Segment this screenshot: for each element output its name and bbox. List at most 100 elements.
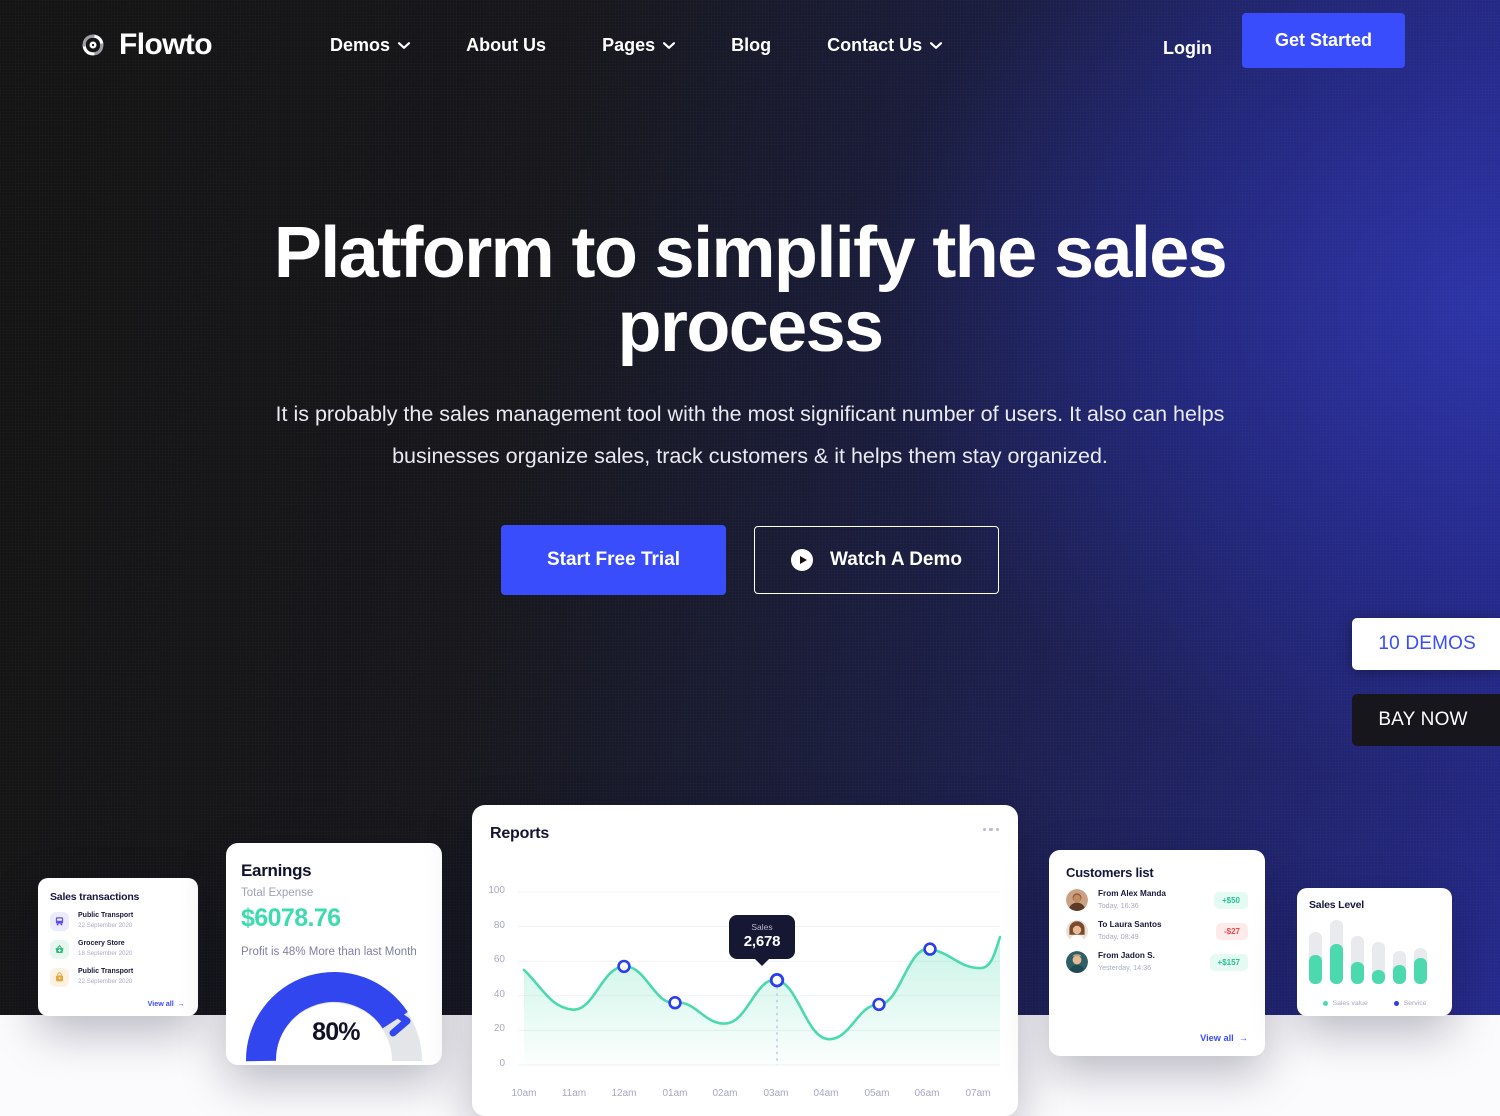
customer-name: To Laura Santos [1098,920,1162,930]
x-axis-tick: 07am [965,1088,991,1099]
bar [1330,920,1343,984]
earnings-amount: $6078.76 [241,904,341,932]
earnings-card: Earnings Total Expense $6078.76 Profit i… [226,843,442,1065]
customer-time: Yesterday, 14:36 [1098,963,1152,973]
x-axis-tick: 06am [914,1088,940,1099]
y-axis-tick: 100 [488,885,505,896]
chevron-down-icon [398,41,411,49]
nav-item-pages-label: Pages [602,34,656,55]
page-title: Platform to simplify the sales process [273,213,1228,368]
nav-item-about-us[interactable]: About Us [438,35,574,56]
avatar [1066,920,1088,942]
legend-item-service: Service [1393,1000,1427,1007]
legend-item-sales-value: Sales value [1322,1000,1368,1007]
customers-list-title: Customers list [1066,865,1154,880]
avatar [1066,889,1088,911]
chevron-down-icon [930,41,943,49]
start-free-trial-button[interactable]: Start Free Trial [500,524,727,595]
side-tab-demos[interactable]: 10 DEMOS [1352,618,1500,670]
avatar [1066,951,1088,973]
status-badge: +$50 [1213,891,1248,909]
customer-time: Today, 16:36 [1098,901,1139,911]
side-tab-buy-now[interactable]: BAY NOW [1352,694,1500,746]
sales-transactions-title: Sales transactions [50,891,140,903]
list-item[interactable]: Public Transport 22 September 2020 [50,912,198,931]
status-badge: +$157 [1209,953,1248,971]
legend-dot-icon [1393,1001,1399,1006]
bar [1414,948,1427,984]
customer-name: From Jadon S. [1098,951,1155,961]
list-item[interactable]: Grocery Store 18 September 2020 [50,940,198,959]
get-started-button[interactable]: Get Started [1241,12,1405,68]
transaction-name: Public Transport [78,968,134,976]
chart-tooltip: Sales 2,678 [729,915,795,967]
nav-actions: Login Get Started [1163,12,1405,78]
status-badge: -$27 [1215,922,1248,940]
nav-item-pages[interactable]: Pages [574,35,703,56]
chevron-down-icon [663,41,676,49]
tooltip-arrow-icon [754,958,770,967]
transaction-date: 18 September 2020 [78,950,133,958]
transaction-date: 22 September 2020 [78,978,133,986]
x-axis-tick: 10am [511,1088,537,1099]
customers-view-all-link[interactable]: View all → [1200,1033,1248,1043]
x-axis-tick: 03am [763,1088,789,1099]
sales-transactions-card: Sales transactions Public Transport 22 S… [38,878,198,1016]
x-axis-tick: 11am [561,1088,587,1099]
transactions-view-all-link[interactable]: View all → [148,999,185,1008]
brand-name: Flowto [119,28,213,61]
transaction-name: Public Transport [78,912,134,920]
bar [1351,936,1364,984]
nav-item-about-us-label: About Us [466,34,547,55]
ellipsis-icon[interactable] [982,828,999,832]
chart-tooltip-value: 2,678 [743,933,781,951]
y-axis-tick: 60 [493,954,505,966]
bag-icon [50,968,69,987]
pinwheel-logo-icon [78,30,108,60]
sales-level-title: Sales Level [1309,899,1365,911]
sales-level-card: Sales Level Sales value Service [1297,888,1452,1016]
x-axis-tick: 01am [662,1088,688,1099]
nav-item-contact-us-label: Contact Us [827,34,923,55]
earnings-title: Earnings [241,861,312,880]
list-item[interactable]: Public Transport 22 September 2020 [50,968,198,987]
sales-level-legend: Sales value Service [1297,1000,1452,1007]
watch-a-demo-label: Watch A Demo [830,548,962,570]
login-link[interactable]: Login [1163,32,1212,59]
list-item[interactable]: To Laura Santos Today, 08:49 -$27 [1066,920,1248,942]
navbar: Flowto Demos About Us Pages Blog Contact… [0,0,1500,90]
nav-item-blog[interactable]: Blog [703,35,799,56]
earnings-gauge-value: 80% [312,1018,360,1046]
reports-title: Reports [490,825,550,842]
list-item[interactable]: From Alex Manda Today, 16:36 +$50 [1066,889,1248,911]
brand-logo[interactable]: Flowto [78,28,213,62]
transaction-name: Grocery Store [78,940,125,948]
y-axis-tick: 80 [493,919,505,931]
customers-view-all-label: View all [1200,1033,1234,1043]
arrow-right-icon: → [175,999,185,1008]
reports-card: Reports 100 80 60 40 20 0 10am 11am 12am… [472,805,1018,1116]
nav-item-demos[interactable]: Demos [302,35,438,56]
chart-tooltip-label: Sales [751,922,773,932]
side-tabs: 10 DEMOS BAY NOW [1352,618,1500,746]
x-axis-tick: 12am [611,1088,637,1099]
watch-a-demo-button[interactable]: Watch A Demo [754,525,999,594]
sales-level-bar-chart [1309,920,1427,984]
nav-links: Demos About Us Pages Blog Contact Us [302,35,970,56]
x-axis-tick: 04am [813,1088,839,1099]
list-item[interactable]: From Jadon S. Yesterday, 14:36 +$157 [1066,951,1248,973]
transaction-date: 22 September 2020 [78,922,133,930]
nav-item-demos-label: Demos [330,34,391,55]
hero-cta-row: Start Free Trial Watch A Demo [0,524,1500,595]
earnings-note: Profit is 48% More than last Month [241,946,417,958]
nav-item-contact-us[interactable]: Contact Us [799,35,970,56]
bar [1393,951,1406,984]
customer-time: Today, 08:49 [1098,932,1139,942]
y-axis-tick: 40 [493,988,505,1000]
earnings-subtitle: Total Expense [241,887,314,899]
reports-area-chart [518,891,1002,1066]
y-axis-tick: 0 [499,1058,505,1069]
bus-icon [50,912,69,931]
earnings-gauge-chart [245,972,422,1062]
legend-label: Service [1403,1000,1427,1007]
